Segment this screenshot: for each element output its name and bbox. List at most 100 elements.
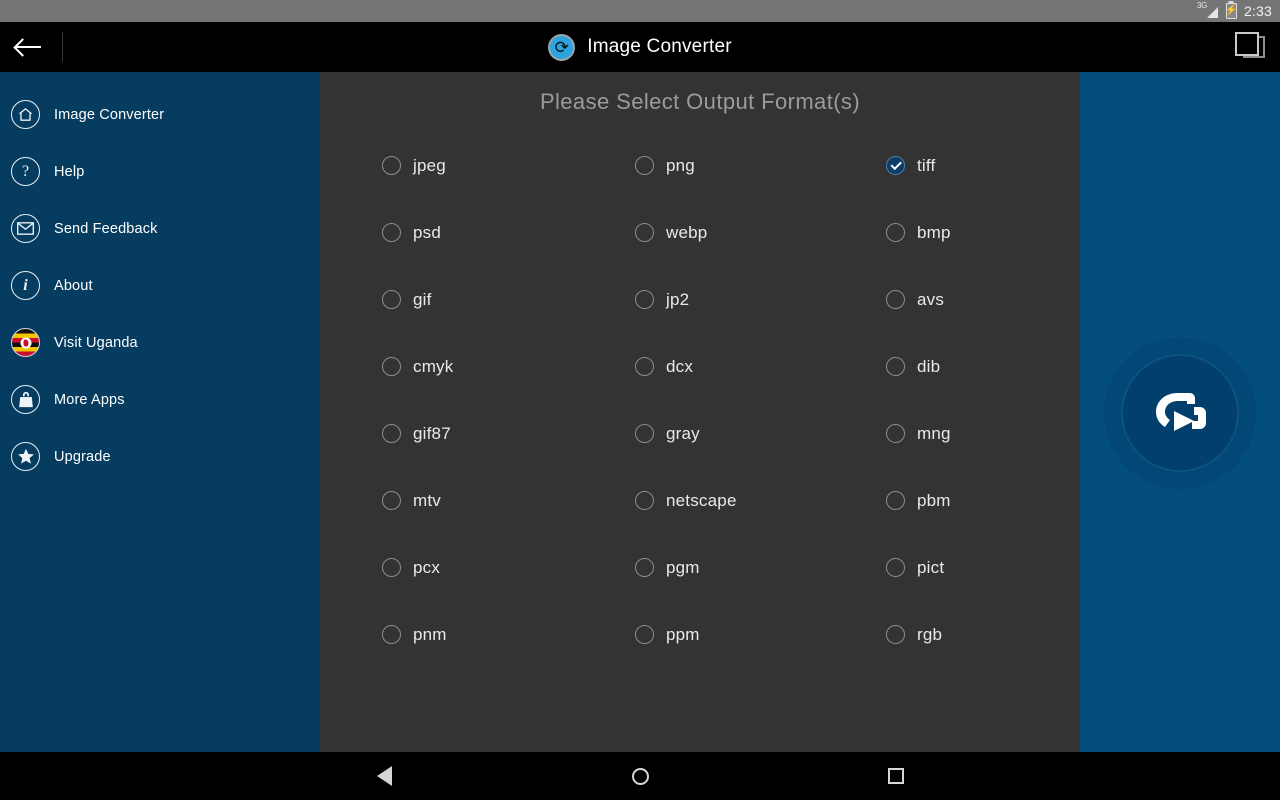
- status-bar: 3G ⚡ 2:33: [0, 0, 1280, 22]
- shopping-bag-icon: [11, 385, 40, 414]
- radio-unchecked-icon[interactable]: [635, 357, 654, 376]
- format-option-jpeg[interactable]: jpeg: [320, 132, 573, 199]
- radio-unchecked-icon[interactable]: [382, 223, 401, 242]
- sidebar-item-image-converter[interactable]: Image Converter: [0, 86, 320, 143]
- sidebar-item-upgrade[interactable]: Upgrade: [0, 428, 320, 485]
- radio-unchecked-icon[interactable]: [382, 558, 401, 577]
- sidebar-item-label: Help: [54, 163, 85, 180]
- radio-unchecked-icon[interactable]: [382, 625, 401, 644]
- radio-unchecked-icon[interactable]: [886, 223, 905, 242]
- sidebar-item-label: Visit Uganda: [54, 334, 138, 351]
- nav-recents-shape: [888, 768, 904, 784]
- radio-unchecked-icon[interactable]: [886, 625, 905, 644]
- app-bar-title-group: ⟳ Image Converter: [0, 22, 1280, 72]
- radio-unchecked-icon[interactable]: [635, 156, 654, 175]
- format-option-mtv[interactable]: mtv: [320, 467, 573, 534]
- content-area: Image Converter? Help Send Feedback i About V…: [0, 72, 1280, 752]
- format-option-label: pnm: [413, 624, 447, 644]
- format-option-netscape[interactable]: netscape: [573, 467, 826, 534]
- sidebar-item-send-feedback[interactable]: Send Feedback: [0, 200, 320, 257]
- convert-arrow-icon[interactable]: [1121, 354, 1239, 472]
- radio-unchecked-icon[interactable]: [886, 290, 905, 309]
- envelope-icon: [11, 214, 40, 243]
- radio-unchecked-icon[interactable]: [886, 424, 905, 443]
- format-option-pnm[interactable]: pnm: [320, 601, 573, 668]
- app-bar-divider: [62, 32, 63, 62]
- radio-checked-icon[interactable]: [886, 156, 905, 175]
- format-option-tiff[interactable]: tiff: [826, 132, 1080, 199]
- nav-back-shape: [376, 766, 392, 786]
- radio-unchecked-icon[interactable]: [886, 558, 905, 577]
- format-option-gif87[interactable]: gif87: [320, 400, 573, 467]
- sidebar-item-visit-uganda[interactable]: Visit Uganda: [0, 314, 320, 371]
- multi-window-icon[interactable]: [1220, 22, 1280, 72]
- radio-unchecked-icon[interactable]: [635, 424, 654, 443]
- format-option-label: gif87: [413, 423, 451, 443]
- format-option-ppm[interactable]: ppm: [573, 601, 826, 668]
- multi-window-front-square: [1235, 32, 1259, 56]
- radio-unchecked-icon[interactable]: [382, 290, 401, 309]
- format-option-bmp[interactable]: bmp: [826, 199, 1080, 266]
- sidebar-item-help[interactable]: ? Help: [0, 143, 320, 200]
- nav-recents-square-icon[interactable]: [832, 752, 960, 800]
- checkmark-icon: [890, 158, 901, 170]
- format-option-pgm[interactable]: pgm: [573, 534, 826, 601]
- radio-unchecked-icon[interactable]: [886, 357, 905, 376]
- question-mark-icon: ?: [11, 157, 40, 186]
- radio-unchecked-icon[interactable]: [886, 491, 905, 510]
- page-title: Please Select Output Format(s): [539, 89, 861, 114]
- battery-charging-icon: ⚡: [1225, 3, 1238, 19]
- radio-unchecked-icon[interactable]: [382, 156, 401, 175]
- format-option-label: pict: [917, 557, 945, 577]
- format-option-label: psd: [413, 222, 442, 242]
- nav-home-circle-icon[interactable]: [576, 752, 704, 800]
- sidebar-item-label: Upgrade: [54, 448, 111, 465]
- app-title: Image Converter: [587, 36, 732, 57]
- format-option-psd[interactable]: psd: [320, 199, 573, 266]
- format-option-mng[interactable]: mng: [826, 400, 1080, 467]
- nav-back-triangle-icon[interactable]: [320, 752, 448, 800]
- format-option-label: jp2: [666, 289, 690, 309]
- sidebar-item-about[interactable]: i About: [0, 257, 320, 314]
- app-logo-glyph: ⟳: [554, 37, 569, 57]
- format-option-cmyk[interactable]: cmyk: [320, 333, 573, 400]
- info-icon: i: [11, 271, 40, 300]
- format-option-rgb[interactable]: rgb: [826, 601, 1080, 668]
- format-option-avs[interactable]: avs: [826, 266, 1080, 333]
- format-option-label: pcx: [413, 557, 441, 577]
- radio-unchecked-icon[interactable]: [382, 357, 401, 376]
- format-option-pict[interactable]: pict: [826, 534, 1080, 601]
- radio-unchecked-icon[interactable]: [635, 491, 654, 510]
- signal-bars-shape: [1206, 7, 1218, 18]
- radio-unchecked-icon[interactable]: [382, 424, 401, 443]
- app-bar: ⟳ Image Converter: [0, 22, 1280, 72]
- back-arrow-icon[interactable]: [0, 22, 56, 72]
- format-option-label: tiff: [917, 155, 936, 175]
- output-format-grid: jpeg png tiff psd webp bmp gif jp2 avs cmyk dcx dib…: [320, 132, 1080, 668]
- format-option-pbm[interactable]: pbm: [826, 467, 1080, 534]
- system-navigation-bar: [0, 752, 1280, 800]
- flag-crane-glyph: [23, 339, 28, 346]
- format-option-dcx[interactable]: dcx: [573, 333, 826, 400]
- format-option-pcx[interactable]: pcx: [320, 534, 573, 601]
- format-option-label: dcx: [666, 356, 694, 376]
- format-option-gray[interactable]: gray: [573, 400, 826, 467]
- status-bar-right: 3G ⚡ 2:33: [1196, 1, 1272, 19]
- radio-unchecked-icon[interactable]: [635, 558, 654, 577]
- format-option-dib[interactable]: dib: [826, 333, 1080, 400]
- format-option-png[interactable]: png: [573, 132, 826, 199]
- format-option-gif[interactable]: gif: [320, 266, 573, 333]
- format-option-webp[interactable]: webp: [573, 199, 826, 266]
- signal-3g-icon: 3G: [1196, 1, 1219, 19]
- radio-unchecked-icon[interactable]: [635, 290, 654, 309]
- radio-unchecked-icon[interactable]: [382, 491, 401, 510]
- format-option-jp2[interactable]: jp2: [573, 266, 826, 333]
- format-option-label: mtv: [413, 490, 441, 510]
- radio-unchecked-icon[interactable]: [635, 223, 654, 242]
- format-option-label: jpeg: [413, 155, 446, 175]
- signal-network-label: 3G: [1196, 1, 1208, 10]
- sidebar-item-label: Image Converter: [54, 106, 165, 123]
- app-logo-convert-icon: ⟳: [548, 33, 576, 61]
- sidebar-item-more-apps[interactable]: More Apps: [0, 371, 320, 428]
- radio-unchecked-icon[interactable]: [635, 625, 654, 644]
